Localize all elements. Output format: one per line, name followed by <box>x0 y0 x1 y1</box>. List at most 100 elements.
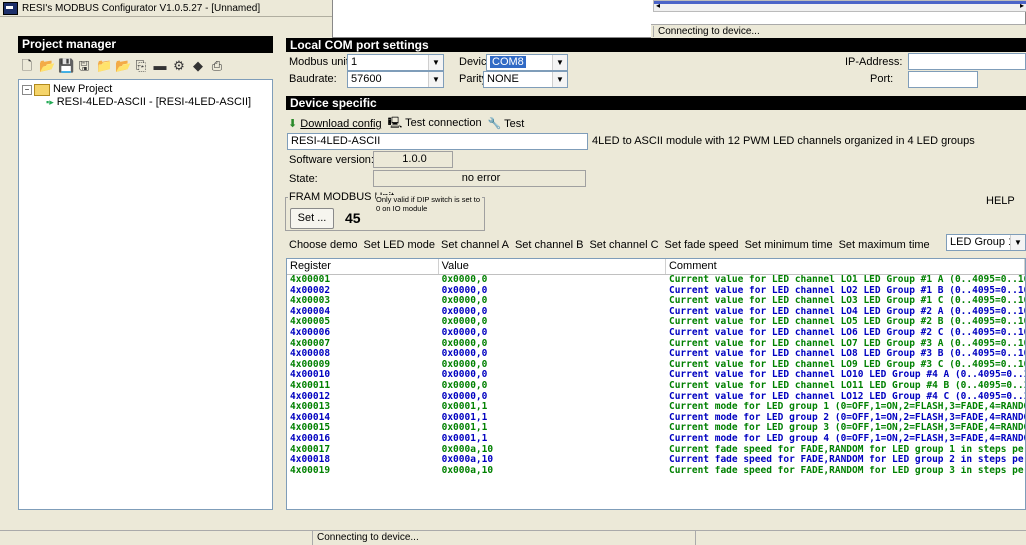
cell-reg: 4x00001 <box>290 275 331 285</box>
horizontal-scrollbar[interactable]: ◂ ▸ <box>653 0 1026 12</box>
tree-root[interactable]: − New Project <box>22 83 269 96</box>
device-name-field[interactable]: RESI-4LED-ASCII <box>287 133 588 150</box>
table-row[interactable]: 4x00014 0x0001,1 Current mode for LED grou… <box>287 413 1025 424</box>
cell-comment: Current mode for LED group 2 (0=OFF,1=ON… <box>668 412 1025 423</box>
cell-val: 0x0000,0 <box>441 391 488 402</box>
table-row[interactable]: 4x00018 0x000a,10 Current fade speed for F… <box>287 455 1025 466</box>
table-row[interactable]: 4x00012 0x0000,0 Current value for LED cha… <box>287 392 1025 403</box>
led-group-select[interactable]: LED Group 1 ▼ <box>946 234 1026 251</box>
new-icon[interactable]: 🗋 <box>20 59 34 73</box>
column-value[interactable]: Value <box>439 259 666 274</box>
test-button[interactable]: 🔧 Test <box>488 117 525 130</box>
cell-val: 0x0000,0 <box>441 285 488 296</box>
software-version-label: Software version: <box>289 154 374 166</box>
tools-icon[interactable]: ◆ <box>191 59 205 73</box>
folder-icon <box>34 83 50 96</box>
action-link-6[interactable]: Set minimum time <box>745 239 833 251</box>
action-link-7[interactable]: Set maximum time <box>839 239 930 251</box>
table-row[interactable]: 4x00013 0x0001,1 Current mode for LED grou… <box>287 402 1025 413</box>
parity-select[interactable]: NONE ▼ <box>483 71 568 88</box>
table-row[interactable]: 4x00002 0x0000,0 Current value for LED cha… <box>287 286 1025 297</box>
port-input[interactable] <box>908 71 978 88</box>
open-icon[interactable]: 📂 <box>39 59 55 73</box>
column-comment[interactable]: Comment <box>666 259 1025 274</box>
cell-comment: Current mode for LED group 3 (0=OFF,1=ON… <box>668 423 1025 434</box>
modbus-unit-select[interactable]: 1 ▼ <box>347 54 444 71</box>
grid-header: Register Value Comment <box>287 259 1025 275</box>
action-link-4[interactable]: Set channel C <box>589 239 658 251</box>
cell-reg: 4x00018 <box>290 455 331 466</box>
cell-val: 0x0001,1 <box>441 433 488 444</box>
action-link-0[interactable]: Choose demo <box>289 239 358 251</box>
download-arrow-icon: ⬇ <box>288 118 298 130</box>
cell-val: 0x0000,0 <box>441 359 488 370</box>
table-row[interactable]: 4x00006 0x0000,0 Current value for LED cha… <box>287 328 1025 339</box>
grid-body: 4x00001 0x0000,0 Current value for LED cha… <box>287 275 1025 476</box>
chevron-down-icon[interactable]: ▼ <box>428 55 443 70</box>
save-as-icon[interactable]: 🖫 <box>77 59 91 73</box>
table-row[interactable]: 4x00011 0x0000,0 Current value for LED cha… <box>287 381 1025 392</box>
collapse-icon[interactable]: − <box>22 84 32 95</box>
set-unit-button[interactable]: Set ... <box>290 208 334 229</box>
cell-comment: Current value for LED channel LO11 LED G… <box>668 380 1025 391</box>
table-row[interactable]: 4x00004 0x0000,0 Current value for LED cha… <box>287 307 1025 318</box>
table-row[interactable]: 4x00015 0x0001,1 Current mode for LED grou… <box>287 423 1025 434</box>
baudrate-select[interactable]: 57600 ▼ <box>347 71 444 88</box>
table-row[interactable]: 4x00008 0x0000,0 Current value for LED cha… <box>287 349 1025 360</box>
action-link-2[interactable]: Set channel A <box>441 239 509 251</box>
settings-icon[interactable]: ⚙ <box>172 59 186 73</box>
delete-icon[interactable]: ▬ <box>153 59 167 73</box>
cell-val: 0x0000,0 <box>441 306 488 317</box>
tree-device-item[interactable]: ▪▸ RESI-4LED-ASCII - [RESI-4LED-ASCII] <box>22 96 269 109</box>
chevron-down-icon[interactable]: ▼ <box>428 72 443 87</box>
chevron-down-icon[interactable]: ▼ <box>1010 235 1025 250</box>
print-icon[interactable]: ⎙ <box>210 59 224 73</box>
list-row-highlight <box>654 1 1026 4</box>
table-row[interactable]: 4x00016 0x0001,1 Current mode for LED grou… <box>287 434 1025 445</box>
cell-comment: Current mode for LED group 4 (0=OFF,1=ON… <box>668 433 1025 444</box>
column-register[interactable]: Register <box>287 259 439 274</box>
help-button[interactable]: HELP <box>986 195 1015 207</box>
cell-comment: Current value for LED channel LO6 LED Gr… <box>668 327 1025 338</box>
cell-comment: Current value for LED channel LO10 LED G… <box>668 370 1025 381</box>
connecting-dialog: ◂ ▸ Connecting to device... <box>332 0 1026 39</box>
table-row[interactable]: 4x00009 0x0000,0 Current value for LED cha… <box>287 360 1025 371</box>
cell-val: 0x0000,0 <box>441 370 488 381</box>
table-row[interactable]: 4x00017 0x000a,10 Current fade speed for F… <box>287 445 1025 456</box>
cell-val: 0x0000,0 <box>441 380 488 391</box>
action-link-1[interactable]: Set LED mode <box>364 239 436 251</box>
cell-reg: 4x00005 <box>290 317 331 328</box>
scroll-right-icon[interactable]: ▸ <box>1020 1 1024 10</box>
download-config-button[interactable]: ⬇ Download config <box>288 117 382 130</box>
cell-val: 0x000a,10 <box>441 455 494 466</box>
cell-reg: 4x00007 <box>290 338 331 349</box>
copy-icon[interactable]: ⎘ <box>134 59 148 73</box>
status-empty-pane <box>695 531 1026 545</box>
table-row[interactable]: 4x00007 0x0000,0 Current value for LED cha… <box>287 339 1025 350</box>
cell-reg: 4x00015 <box>290 423 331 434</box>
table-row[interactable]: 4x00003 0x0000,0 Current value for LED cha… <box>287 296 1025 307</box>
table-row[interactable]: 4x00005 0x0000,0 Current value for LED cha… <box>287 317 1025 328</box>
cell-comment: Current value for LED channel LO1 LED Gr… <box>668 275 1025 285</box>
ip-address-input[interactable] <box>908 53 1026 70</box>
device-select[interactable]: COM8 ▼ <box>486 54 568 71</box>
scroll-left-icon[interactable]: ◂ <box>656 1 660 10</box>
table-row[interactable]: 4x00019 0x000a,10 Current fade speed for F… <box>287 466 1025 477</box>
action-link-3[interactable]: Set channel B <box>515 239 584 251</box>
app-icon <box>3 1 18 15</box>
save-icon[interactable]: 💾 <box>58 59 74 73</box>
add-device-icon[interactable]: 📁 <box>96 59 112 73</box>
cell-comment: Current value for LED channel LO8 LED Gr… <box>668 349 1025 360</box>
cell-comment: Current value for LED channel LO3 LED Gr… <box>668 296 1025 307</box>
chevron-down-icon[interactable]: ▼ <box>552 55 567 70</box>
table-row[interactable]: 4x00001 0x0000,0 Current value for LED cha… <box>287 275 1025 286</box>
cell-val: 0x0000,0 <box>441 327 488 338</box>
action-link-5[interactable]: Set fade speed <box>665 239 739 251</box>
cell-reg: 4x00013 <box>290 402 331 413</box>
table-row[interactable]: 4x00010 0x0000,0 Current value for LED cha… <box>287 370 1025 381</box>
chevron-down-icon[interactable]: ▼ <box>552 72 567 87</box>
test-connection-button[interactable]: 🖳 Test connection <box>388 114 482 133</box>
open-device-icon[interactable]: 📂 <box>115 59 131 73</box>
test-icon: 🔧 <box>487 118 502 130</box>
cell-val: 0x0000,0 <box>441 338 488 349</box>
